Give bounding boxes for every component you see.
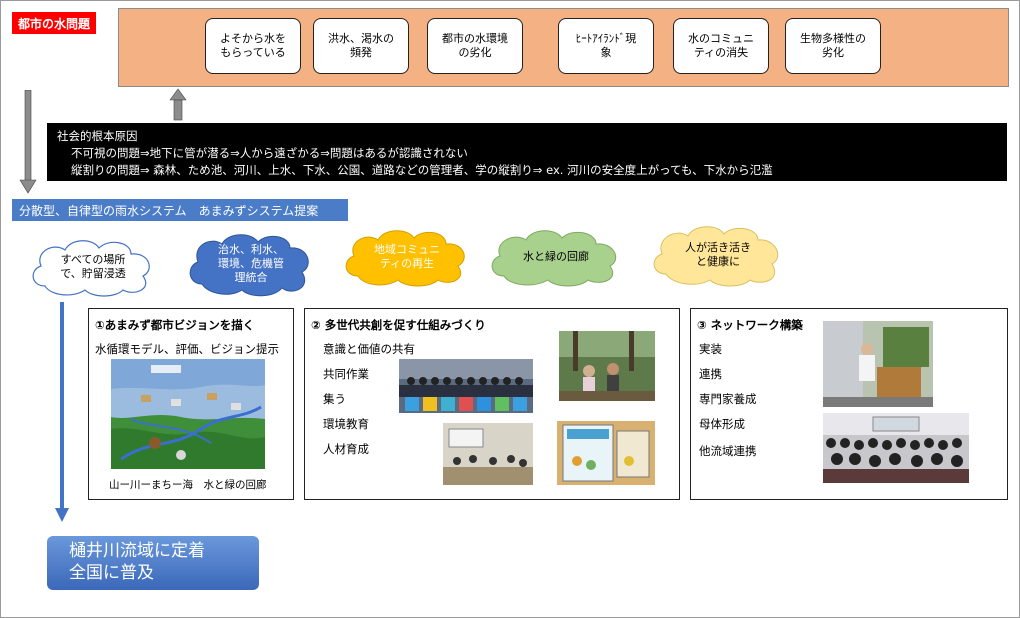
cloud-text: 環境、危機管 [218,257,284,270]
root-cause-box: 社会的根本原因 不可視の問題⇒地下に管が潜る⇒人から遠ざかる⇒問題はあるが認識さ… [47,123,1007,181]
outdoor-workshop-photo [559,331,655,401]
cloud-text: 地域コミュニ [374,243,440,256]
problem-box-2: 洪水、渇水の 頻発 [313,18,409,74]
amamizu-proposal-bar: 分散型、自律型の雨水システム あまみずシステム提案 [12,199,348,221]
cloud-text: 人が活き活き [685,241,751,254]
water-cycle-map-image [111,359,265,469]
classroom-photo [443,423,533,485]
cloud-infiltration: すべての場所 で、貯留浸透 [27,236,159,298]
network-item: 母体形成 [699,417,745,431]
down-arrow-gray-icon [19,90,37,194]
problem-line: の劣化 [458,46,492,59]
cloud-healthy-people: 人が活き活き と健康に [648,222,788,288]
network-item: 実装 [699,342,722,356]
problem-box-4: ﾋｰﾄｱｲﾗﾝﾄﾞ現象 [558,18,654,74]
network-item: 他流域連携 [699,444,757,458]
vision-panel-subtitle: 水循環モデル、評価、ビジョン提示 [95,342,279,356]
network-item: 専門家養成 [699,392,757,406]
problem-box-5: 水のコミュニ ティの消失 [673,18,769,74]
cloud-text: 水と緑の回廊 [523,250,589,263]
cloud-integration: 治水、利水、 環境、危機管 理統合 [184,230,318,298]
problem-line: よそから水を [220,32,286,45]
symposium-photo [823,413,969,483]
cloud-text: 理統合 [234,271,268,284]
goal-box: 樋井川流域に定着 全国に普及 [47,536,259,590]
co-creation-item: 集う [323,392,346,406]
problem-line: 象 [600,46,612,59]
problem-box-6: 生物多様性の 劣化 [785,18,881,74]
co-creation-panel-title: ② 多世代共創を促す仕組みづくり [311,318,486,332]
cloud-text: ティの再生 [379,257,435,270]
network-panel: ③ ネットワーク構築 実装 連携 専門家養成 母体形成 他流域連携 [690,308,1008,500]
co-creation-item: 共同作業 [323,367,369,381]
cloud-text: で、貯留浸透 [60,267,126,280]
problem-line: 生物多様性の [800,32,866,45]
cloud-text: すべての場所 [60,253,126,266]
problem-line: 頻発 [350,46,372,59]
goal-line-2: 全国に普及 [69,563,154,583]
problem-line: 水のコミュニ [688,32,754,45]
cloud-community: 地域コミュニ ティの再生 [340,226,474,288]
cloud-text: 治水、利水、 [218,243,284,256]
problem-box-1: よそから水を もらっている [205,18,301,74]
co-creation-item: 人材育成 [323,442,369,456]
urban-water-problem-label: 都市の水問題 [12,12,96,34]
root-cause-line-1: 不可視の問題⇒地下に管が潜る⇒人から遠ざかる⇒問題はあるが認識されない [71,146,468,160]
vision-panel-title: ①あまみず都市ビジョンを描く [95,318,255,332]
problem-line: 都市の水環境 [442,32,508,45]
problem-line: ﾋｰﾄｱｲﾗﾝﾄﾞ現 [575,32,637,45]
problem-line: もらっている [220,46,286,59]
cloud-text: と健康に [696,255,740,268]
vision-panel: ①あまみず都市ビジョンを描く 水循環モデル、評価、ビジョン提示 山ー川ーまちー海… [88,308,294,500]
group-photo-image [399,359,533,413]
co-creation-panel: ② 多世代共創を促す仕組みづくり 意識と価値の共有 共同作業 集う 環境教育 人… [304,308,680,500]
problem-box-3: 都市の水環境 の劣化 [427,18,523,74]
rainwater-tank-photo [823,321,933,407]
network-item: 連携 [699,367,722,381]
cloud-green-corridor: 水と緑の回廊 [486,226,626,288]
network-panel-title: ③ ネットワーク構築 [697,318,803,332]
down-arrow-blue-icon [55,302,69,522]
co-creation-item: 意識と価値の共有 [323,342,415,356]
co-creation-item: 環境教育 [323,417,369,431]
problem-line: 洪水、渇水の [328,32,394,45]
problem-line: 劣化 [822,46,844,59]
goal-line-1: 樋井川流域に定着 [69,541,205,561]
vision-panel-caption: 山ー川ーまちー海 水と緑の回廊 [109,479,267,491]
root-cause-title: 社会的根本原因 [57,129,138,143]
problems-panel: よそから水を もらっている 洪水、渇水の 頻発 都市の水環境 の劣化 ﾋｰﾄｱｲﾗﾝﾄ… [118,8,1009,87]
root-cause-line-2: 縦割りの問題⇒ 森林、ため池、河川、上水、下水、公園、道路などの管理者、学の縦割… [71,163,773,177]
problem-line: ティの消失 [693,46,749,59]
up-arrow-gray-icon [169,88,187,121]
leaflet-image [557,421,655,485]
